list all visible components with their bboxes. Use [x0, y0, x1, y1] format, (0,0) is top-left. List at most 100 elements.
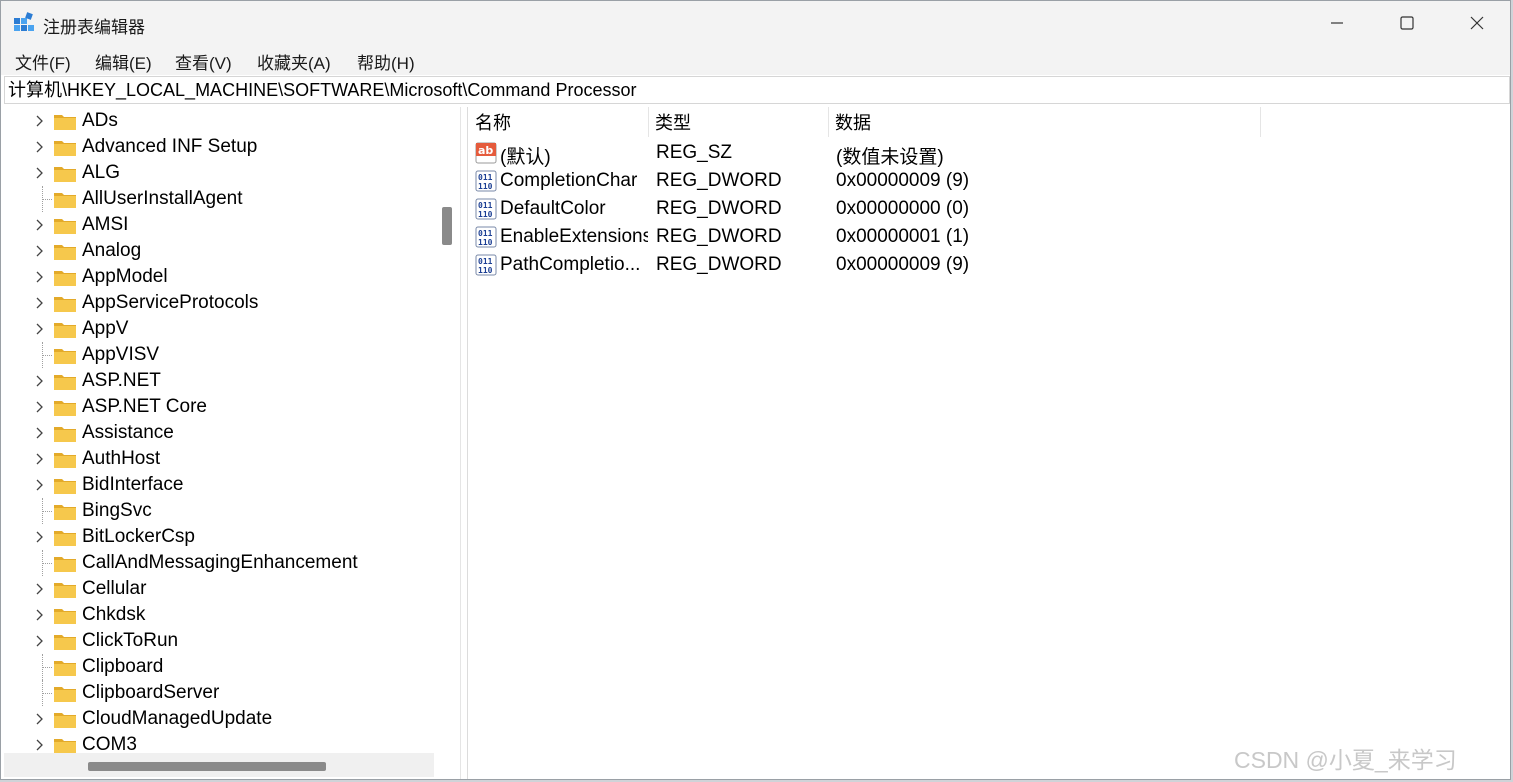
chevron-right-icon[interactable] [34, 140, 46, 154]
tree-vertical-scroll-thumb[interactable] [442, 207, 452, 245]
chevron-right-icon[interactable] [34, 374, 46, 388]
tree-item-label: CloudManagedUpdate [82, 708, 273, 729]
chevron-right-icon[interactable] [34, 270, 46, 284]
tree-item[interactable]: AllUserInstallAgent [4, 186, 434, 212]
chevron-right-icon[interactable] [34, 322, 46, 336]
tree-item[interactable]: ADs [4, 108, 434, 134]
chevron-right-icon[interactable] [34, 634, 46, 648]
folder-icon [54, 297, 76, 312]
value-row[interactable]: ab (默认) REG_SZ (数值未设置) [469, 139, 1510, 168]
tree-item-label: Chkdsk [82, 604, 146, 625]
tree-item[interactable]: ASP.NET Core [4, 394, 434, 420]
tree-item[interactable]: ClipboardServer [4, 680, 434, 706]
tree-item[interactable]: CallAndMessagingEnhancement [4, 550, 434, 576]
tree-horizontal-scroll-thumb[interactable] [88, 762, 326, 771]
tree-item[interactable]: AppV [4, 316, 434, 342]
value-row[interactable]: 011 110 CompletionChar REG_DWORD 0x00000009 … [469, 167, 1510, 195]
chevron-right-icon[interactable] [34, 608, 46, 622]
values-list: 名称 类型 数据 ab (默认) REG_SZ (数值未设置) 011 110 Comple… [469, 107, 1510, 779]
folder-icon [54, 115, 76, 130]
tree-connector-branch [42, 693, 52, 695]
tree-item-label: AuthHost [82, 448, 161, 469]
minimize-button[interactable] [1302, 1, 1372, 45]
regedit-window: 注册表编辑器 文件(F) 编辑(E) 查看(V) 收藏夹(A) 帮助(H) 计算… [0, 0, 1511, 780]
value-name: PathCompletio... [500, 254, 641, 275]
chevron-right-icon[interactable] [34, 244, 46, 258]
chevron-right-icon[interactable] [34, 738, 46, 752]
column-header-data[interactable]: 数据 [829, 107, 1261, 137]
menu-bar: 文件(F) 编辑(E) 查看(V) 收藏夹(A) 帮助(H) [1, 45, 1510, 75]
binary-value-icon: 011110 [475, 170, 497, 192]
chevron-right-icon[interactable] [34, 166, 46, 180]
value-row[interactable]: 011 110 DefaultColor REG_DWORD 0x00000000 (0… [469, 195, 1510, 223]
tree-item[interactable]: AppServiceProtocols [4, 290, 434, 316]
value-name: (默认) [500, 147, 551, 168]
chevron-right-icon[interactable] [34, 712, 46, 726]
tree-item[interactable]: BingSvc [4, 498, 434, 524]
tree-item[interactable]: Analog [4, 238, 434, 264]
tree-item-label: BingSvc [82, 500, 152, 521]
menu-edit[interactable]: 编辑(E) [93, 49, 154, 74]
minimize-icon [1331, 22, 1343, 24]
chevron-right-icon[interactable] [34, 114, 46, 128]
chevron-right-icon[interactable] [34, 296, 46, 310]
menu-favorites[interactable]: 收藏夹(A) [255, 49, 333, 74]
chevron-right-icon[interactable] [34, 452, 46, 466]
tree-item[interactable]: AMSI [4, 212, 434, 238]
tree-item-label: Assistance [82, 422, 174, 443]
value-row[interactable]: 011 110 EnableExtensions REG_DWORD 0x0000000… [469, 223, 1510, 251]
chevron-right-icon[interactable] [34, 582, 46, 596]
chevron-right-icon[interactable] [34, 400, 46, 414]
value-name: CompletionChar [500, 170, 638, 191]
tree-item[interactable]: AuthHost [4, 446, 434, 472]
tree-item[interactable]: AppVISV [4, 342, 434, 368]
key-tree[interactable]: ADs Advanced INF Setup ALG AllUserInstallAg… [4, 107, 461, 779]
tree-item[interactable]: AppModel [4, 264, 434, 290]
tree-item[interactable]: Assistance [4, 420, 434, 446]
value-data: (数值未设置) [836, 147, 944, 168]
tree-item[interactable]: Clipboard [4, 654, 434, 680]
tree-item-label: BitLockerCsp [82, 526, 195, 547]
tree-item[interactable]: CloudManagedUpdate [4, 706, 434, 732]
value-name: DefaultColor [500, 198, 606, 219]
column-header-type[interactable]: 类型 [649, 107, 829, 137]
close-button[interactable] [1442, 1, 1512, 45]
tree-vertical-scrollbar[interactable] [436, 107, 458, 753]
tree-item-label: AllUserInstallAgent [82, 188, 243, 209]
tree-item-label: Analog [82, 240, 142, 261]
title-bar[interactable]: 注册表编辑器 [1, 1, 1510, 45]
chevron-right-icon[interactable] [34, 426, 46, 440]
tree-item[interactable]: ASP.NET [4, 368, 434, 394]
folder-icon [54, 349, 76, 364]
chevron-right-icon[interactable] [34, 478, 46, 492]
tree-item-label: CallAndMessagingEnhancement [82, 552, 358, 573]
tree-item[interactable]: Chkdsk [4, 602, 434, 628]
address-bar[interactable]: 计算机\HKEY_LOCAL_MACHINE\SOFTWARE\Microsof… [4, 76, 1510, 104]
tree-item[interactable]: Cellular [4, 576, 434, 602]
tree-item[interactable]: BitLockerCsp [4, 524, 434, 550]
folder-icon [54, 193, 76, 208]
value-row[interactable]: 011 110 PathCompletio... REG_DWORD 0x0000000… [469, 251, 1510, 279]
tree-item[interactable]: BidInterface [4, 472, 434, 498]
svg-text:011: 011 [478, 173, 493, 182]
folder-icon [54, 323, 76, 338]
folder-icon [54, 479, 76, 494]
folder-icon [54, 453, 76, 468]
tree-item[interactable]: ALG [4, 160, 434, 186]
menu-help[interactable]: 帮助(H) [355, 49, 417, 74]
column-header-name[interactable]: 名称 [469, 107, 649, 137]
maximize-button[interactable] [1372, 1, 1442, 45]
chevron-right-icon[interactable] [34, 530, 46, 544]
folder-icon [54, 661, 76, 676]
tree-item-label: AppVISV [82, 344, 160, 365]
svg-text:011: 011 [478, 257, 493, 266]
chevron-right-icon[interactable] [34, 218, 46, 232]
folder-icon [54, 245, 76, 260]
menu-file[interactable]: 文件(F) [13, 49, 73, 74]
folder-icon [54, 687, 76, 702]
tree-item[interactable]: Advanced INF Setup [4, 134, 434, 160]
menu-view[interactable]: 查看(V) [173, 49, 234, 74]
tree-item-label: AMSI [82, 214, 129, 235]
pane-splitter[interactable] [461, 107, 468, 779]
tree-item[interactable]: ClickToRun [4, 628, 434, 654]
